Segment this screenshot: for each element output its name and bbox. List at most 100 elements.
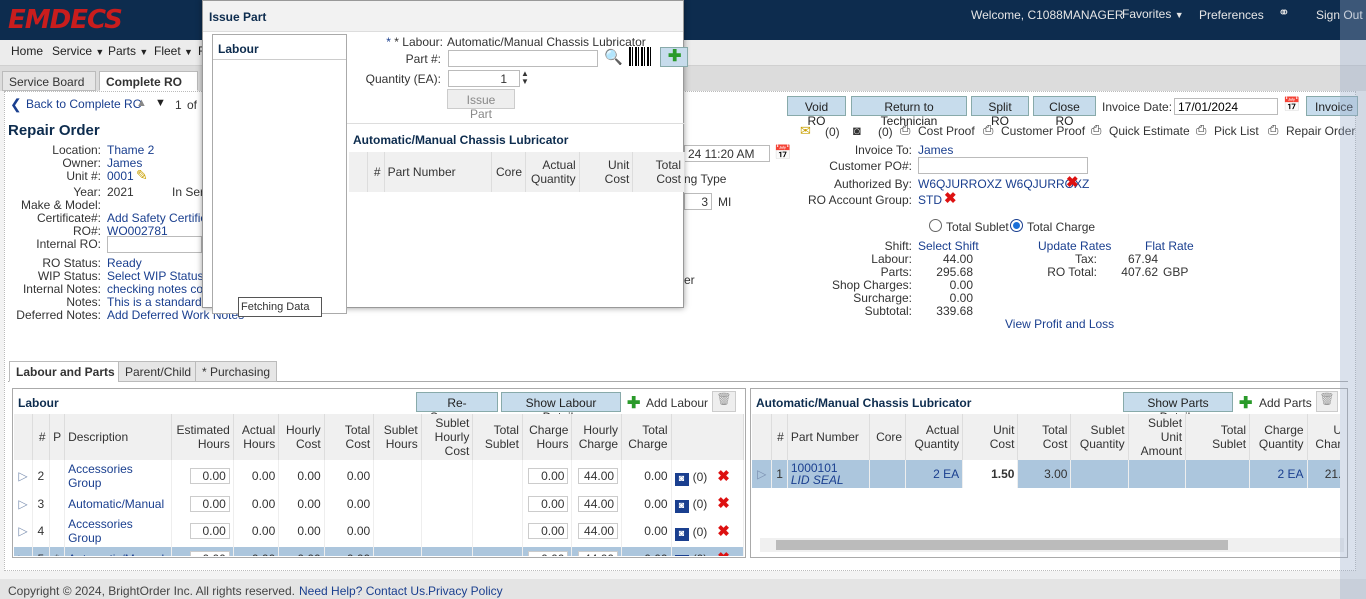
next-icon[interactable]: ▼ xyxy=(155,97,166,109)
customer-po-input[interactable] xyxy=(918,157,1088,174)
issue-part-button[interactable]: Issue Part xyxy=(447,89,515,121)
datetime-field[interactable]: 24 11:20 AM xyxy=(684,145,770,162)
calendar-icon[interactable]: 📅 xyxy=(1283,96,1300,113)
total-charge-radio[interactable] xyxy=(1010,219,1023,232)
expand-icon[interactable]: ▷ xyxy=(14,460,34,492)
nav-service[interactable]: Service ▼ xyxy=(52,44,104,58)
cell-input[interactable]: 44.00 xyxy=(578,495,619,512)
link-icon[interactable]: ⚭ xyxy=(1278,4,1290,21)
table-row[interactable]: ▷ 2 Accessories Group 0.00 0.00 0.00 0.00 0.00 4… xyxy=(14,460,744,492)
delete-icon[interactable]: ✖ xyxy=(717,550,730,556)
total-sublet-radio[interactable] xyxy=(929,219,942,232)
expand-icon[interactable]: ▷ xyxy=(14,492,34,515)
cell-input[interactable]: 0.00 xyxy=(528,550,569,556)
table-row[interactable]: ▷ 3 Automatic/Manual 0.00 0.00 0.00 0.00 0.00 44… xyxy=(14,492,744,515)
help-link[interactable]: Need Help? Contact Us. xyxy=(299,584,428,598)
pencil-icon[interactable]: ✎ xyxy=(136,167,148,184)
void-ro-button[interactable]: Void RO xyxy=(787,96,846,128)
cost-proof-link[interactable]: Cost Proof xyxy=(918,124,975,138)
column-header[interactable]: Unit Charge xyxy=(1307,414,1340,460)
part-number-input[interactable] xyxy=(448,50,598,67)
ro-field-value[interactable]: 0001 xyxy=(107,169,134,183)
expand-icon[interactable]: ▷ xyxy=(14,515,34,547)
ro-field-value[interactable]: Ready xyxy=(107,256,142,270)
column-header[interactable]: Part Number xyxy=(384,152,492,192)
cell-input[interactable]: 0.00 xyxy=(528,523,569,539)
ro-field-value[interactable]: Select WIP Status xyxy=(107,269,204,283)
column-header[interactable]: Actual Hours xyxy=(233,414,280,460)
column-header[interactable]: Unit Cost xyxy=(579,152,634,192)
ro-field-value[interactable]: checking notes cont xyxy=(107,282,213,296)
column-header[interactable]: Total Cost xyxy=(632,152,685,192)
column-header[interactable]: Unit Cost xyxy=(962,414,1019,460)
part-number-cell[interactable]: 1000101 LID SEAL xyxy=(787,460,870,488)
add-labour-link[interactable]: Add Labour xyxy=(646,396,708,410)
add-parts-link[interactable]: Add Parts xyxy=(1259,396,1312,410)
camera-icon[interactable]: ◙ xyxy=(674,555,689,556)
calendar-icon[interactable]: 📅 xyxy=(774,144,791,161)
subtab-parent-child[interactable]: Parent/Child xyxy=(118,361,199,382)
back-link[interactable]: Back to Complete RO xyxy=(26,97,142,111)
camera-icon[interactable]: ◙ xyxy=(674,472,689,486)
nav-parts[interactable]: Parts ▼ xyxy=(108,44,148,58)
quick-estimate-link[interactable]: Quick Estimate xyxy=(1109,124,1190,138)
mileage-field[interactable]: 3 xyxy=(684,193,712,210)
shift-link[interactable]: Select Shift xyxy=(918,239,979,253)
trash-icon[interactable]: 🗑 xyxy=(1316,391,1338,412)
cell-input[interactable]: 0.00 xyxy=(189,495,230,512)
customer-proof-link[interactable]: Customer Proof xyxy=(1001,124,1085,138)
internal-ro-input[interactable] xyxy=(107,236,202,253)
subtab-purchasing[interactable]: * Purchasing xyxy=(195,361,278,382)
flat-rate-link[interactable]: Flat Rate xyxy=(1145,239,1194,253)
cell-input[interactable]: 0.00 xyxy=(189,468,230,484)
expand-icon[interactable]: ▷ xyxy=(14,547,34,556)
return-technician-button[interactable]: Return to Technician xyxy=(851,96,967,128)
ro-account-group-value[interactable]: STD xyxy=(918,193,942,207)
expand-icon[interactable]: ▷ xyxy=(752,460,773,488)
delete-icon[interactable]: ✖ xyxy=(717,495,730,512)
column-header[interactable]: Total Cost xyxy=(324,414,375,460)
column-header[interactable]: Part Number xyxy=(787,414,870,460)
camera-icon[interactable]: ◙ xyxy=(674,527,689,541)
nav-fleet[interactable]: Fleet ▼ xyxy=(154,44,193,58)
column-header[interactable]: Core xyxy=(869,414,907,460)
cell-input[interactable]: 0.00 xyxy=(528,495,569,512)
column-header[interactable]: Sublet Hours xyxy=(373,414,422,460)
delete-icon[interactable]: ✖ xyxy=(717,468,730,485)
profit-loss-link[interactable]: View Profit and Loss xyxy=(1005,317,1114,331)
tab-complete-ro[interactable]: Complete RO × xyxy=(99,71,198,103)
column-header[interactable]: Actual Quantity xyxy=(525,152,580,192)
column-header[interactable]: P xyxy=(49,414,66,460)
column-header[interactable]: # xyxy=(367,152,385,192)
trash-icon[interactable]: 🗑 xyxy=(712,391,736,412)
ro-field-value[interactable]: Thame 2 xyxy=(107,143,154,157)
column-header[interactable]: Charge Hours xyxy=(522,414,573,460)
back-arrow-icon[interactable]: ❮ xyxy=(10,96,22,113)
column-header[interactable]: Description xyxy=(64,414,172,460)
add-part-button[interactable]: ✚ xyxy=(660,47,688,67)
invoice-to-link[interactable]: James xyxy=(918,143,953,157)
search-icon[interactable]: 🔍 xyxy=(604,48,623,66)
column-header[interactable]: Total Sublet xyxy=(472,414,523,460)
column-header[interactable]: Total Sublet xyxy=(1185,414,1251,460)
update-rates-link[interactable]: Update Rates xyxy=(1038,239,1111,253)
column-header[interactable]: Total Cost xyxy=(1017,414,1072,460)
cell-input[interactable]: 44.00 xyxy=(578,523,619,539)
table-row[interactable]: ▷5*Automatic/Manual0.000.000.000.000.004… xyxy=(14,547,744,556)
column-header[interactable]: # xyxy=(32,414,50,460)
column-header[interactable]: Sublet Hourly Cost xyxy=(421,414,474,460)
mail-icon[interactable]: ✉ xyxy=(800,123,811,139)
tab-service-board[interactable]: Service Board × xyxy=(2,71,96,103)
preferences-link[interactable]: Preferences xyxy=(1199,8,1264,22)
add-icon[interactable]: ✚ xyxy=(627,393,640,413)
delete-icon[interactable]: ✖ xyxy=(944,189,957,207)
ro-field-value[interactable]: This is a standard n xyxy=(107,295,212,309)
subtab-labour-parts[interactable]: Labour and Parts xyxy=(9,361,122,382)
table-row[interactable]: ▷ 4 Accessories Group 0.00 0.00 0.00 0.00 0.00 4… xyxy=(14,515,744,547)
prev-icon[interactable]: ▲ xyxy=(136,97,147,109)
column-header[interactable]: Core xyxy=(491,152,527,192)
column-header[interactable]: # xyxy=(771,414,788,460)
privacy-link[interactable]: Privacy Policy xyxy=(428,584,503,598)
column-header[interactable]: Estimated Hours xyxy=(171,414,234,460)
invoice-date-input[interactable] xyxy=(1174,98,1278,115)
